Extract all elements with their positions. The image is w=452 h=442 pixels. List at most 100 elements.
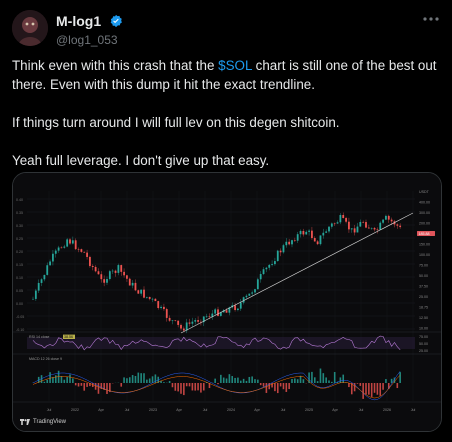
macd-histogram-bar	[370, 383, 373, 397]
last-price-label: 185.88	[419, 232, 430, 236]
candle-body	[353, 228, 356, 233]
macd-histogram-bar	[126, 378, 128, 383]
macd-histogram-bar	[163, 382, 165, 383]
candle-body	[362, 221, 365, 223]
macd-histogram-bar	[83, 383, 86, 391]
candle-body	[239, 302, 242, 309]
candle-body	[305, 231, 308, 235]
tweet-paragraph-1: Think even with this crash that the $SOL…	[12, 56, 442, 94]
macd-histogram-bar	[399, 372, 401, 383]
macd-histogram-bar	[72, 378, 74, 383]
candle-body	[103, 279, 106, 283]
macd-histogram-bar	[140, 373, 142, 383]
time-axis-label: Apr	[254, 408, 260, 412]
left-axis-label: 0.05	[16, 289, 23, 293]
candle-body	[160, 306, 162, 308]
macd-histogram-bar	[362, 383, 364, 399]
price-axis-label: 37.50	[419, 285, 428, 289]
candle-body	[399, 225, 402, 228]
candle-body	[83, 251, 86, 253]
candle-body	[126, 275, 128, 279]
macd-histogram-bar	[231, 376, 234, 383]
macd-histogram-bar	[180, 383, 182, 394]
macd-histogram-bar	[217, 383, 219, 385]
macd-histogram-bar	[294, 378, 296, 383]
macd-histogram-bar	[191, 383, 194, 391]
candle-body	[60, 247, 63, 249]
macd-histogram-bar	[257, 379, 259, 383]
left-axis-label: 0.30	[16, 224, 23, 228]
candle-body	[313, 238, 316, 242]
macd-histogram-bar	[251, 376, 253, 383]
candle-body	[325, 231, 328, 233]
macd-histogram-bar	[54, 375, 57, 383]
tweet-paragraph-2: If things turn around I will full lev on…	[12, 115, 340, 130]
candle-body	[274, 261, 276, 265]
candle-body	[100, 274, 103, 280]
macd-histogram-bar	[222, 377, 225, 383]
macd-histogram-bar	[171, 383, 174, 388]
time-axis-label: 2026	[383, 408, 391, 412]
candle-body	[379, 222, 382, 230]
left-axis-label: 0.40	[16, 198, 23, 202]
macd-histogram-bar	[194, 383, 197, 391]
candle-body	[256, 279, 259, 290]
candle-body	[396, 224, 399, 226]
candle-body	[63, 246, 66, 248]
macd-histogram-bar	[66, 376, 68, 383]
candle-body	[80, 249, 83, 252]
tweet-text-segment: Think even with this crash that the	[12, 58, 219, 73]
price-axis-label: 10.00	[419, 327, 428, 331]
candle-body	[123, 271, 125, 276]
candle-body	[71, 240, 74, 244]
candle-body	[293, 240, 296, 241]
candle-body	[296, 234, 299, 241]
macd-histogram-bar	[376, 383, 379, 395]
avatar[interactable]	[12, 10, 48, 46]
candle-body	[185, 322, 188, 331]
time-axis-label: Jul	[203, 408, 208, 412]
macd-histogram-bar	[86, 383, 88, 387]
candle-body	[205, 316, 208, 318]
macd-histogram-bar	[134, 375, 137, 383]
rsi-axis-label: 50.00	[419, 342, 428, 346]
rsi-label: RSI 14 close	[29, 335, 49, 339]
time-axis-label: Jul	[359, 408, 364, 412]
macd-histogram-bar	[200, 383, 202, 393]
candle-body	[390, 219, 393, 222]
macd-histogram-bar	[299, 375, 302, 383]
left-axis-label: 0.35	[16, 211, 23, 215]
candle-body	[148, 296, 151, 299]
more-options-icon[interactable]	[422, 14, 440, 24]
candle-body	[32, 298, 34, 300]
candle-body	[225, 310, 228, 313]
macd-histogram-bar	[311, 371, 313, 383]
candle-body	[54, 250, 57, 254]
macd-histogram-bar	[245, 380, 248, 383]
chart-image[interactable]: Blog1 created with TradingView.com, Oct …	[12, 172, 442, 432]
macd-histogram-bar	[97, 383, 100, 394]
macd-histogram-bar	[325, 377, 327, 383]
macd-histogram-bar	[202, 383, 205, 391]
price-axis-label: 400.00	[419, 201, 430, 205]
candle-body	[387, 215, 390, 220]
candle-body	[117, 265, 120, 273]
display-name[interactable]: M-log1	[56, 13, 101, 29]
left-axis-label: 0.00	[16, 302, 23, 306]
candle-body	[279, 250, 282, 253]
macd-histogram-bar	[248, 376, 251, 383]
handle[interactable]: @log1_053	[56, 33, 123, 47]
left-axis-label: 0.20	[16, 250, 23, 254]
candle-body	[154, 298, 157, 302]
macd-histogram-bar	[396, 383, 399, 389]
candle-body	[214, 309, 217, 314]
time-axis-label: 2025	[305, 408, 313, 412]
candle-body	[174, 320, 177, 321]
candle-body	[311, 230, 313, 239]
macd-histogram-bar	[274, 383, 276, 392]
macd-histogram-bar	[148, 378, 151, 383]
macd-histogram-bar	[259, 383, 262, 386]
tradingview-icon	[20, 419, 30, 425]
cashtag-link[interactable]: $SOL	[218, 58, 252, 73]
macd-histogram-bar	[74, 383, 77, 386]
